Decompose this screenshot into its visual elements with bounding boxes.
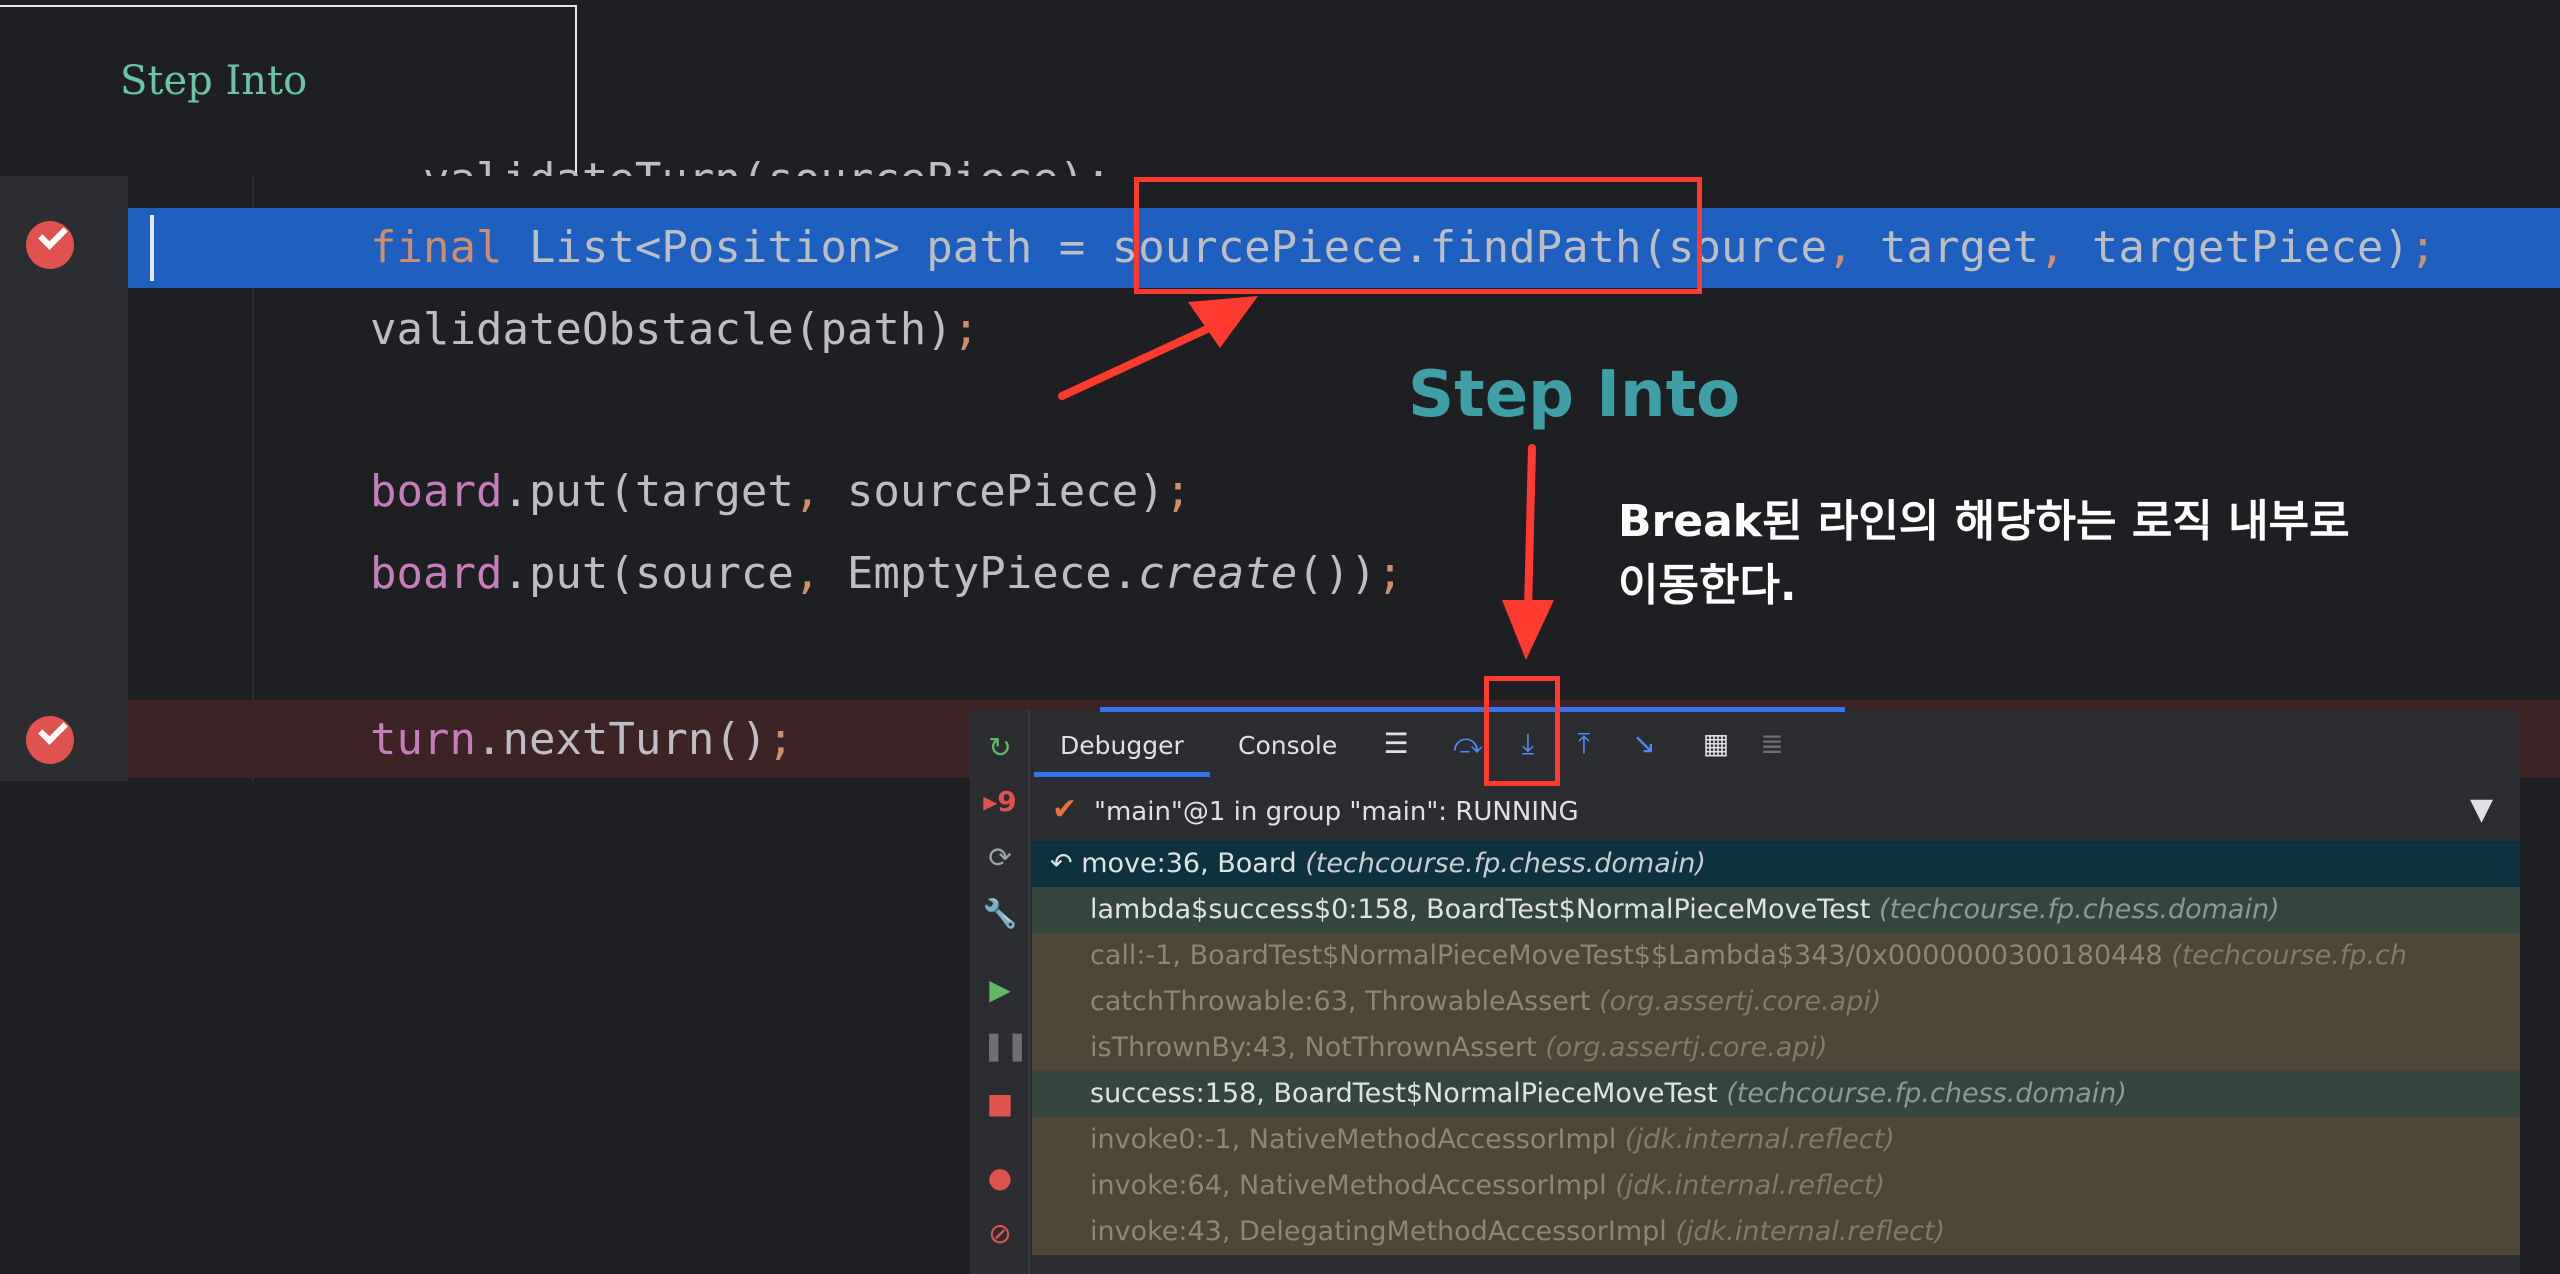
- tab-debugger[interactable]: Debugger: [1060, 726, 1184, 766]
- breakpoint-icon[interactable]: [26, 715, 74, 764]
- explanation-text: Break된 라인의 해당하는 로직 내부로 이동한다.: [1618, 490, 2350, 618]
- stack-frame-row[interactable]: invoke:43, DelegatingMethodAccessorImpl …: [1032, 1209, 2520, 1255]
- filter-icon[interactable]: ▼: [2470, 790, 2493, 830]
- code-line-board-put-target[interactable]: board.put(target, sourcePiece);: [370, 462, 1191, 522]
- stack-frame-row[interactable]: call:-1, BoardTest$NormalPieceMoveTest$$…: [1032, 933, 2520, 979]
- wrench-icon[interactable]: 🔧: [982, 896, 1018, 932]
- code-line-validate-obstacle[interactable]: validateObstacle(path);: [370, 300, 979, 360]
- explanation-line-1: Break된 라인의 해당하는 로직 내부로: [1618, 496, 2350, 547]
- frame-method: invoke:43, DelegatingMethodAccessorImpl: [1090, 1216, 1667, 1247]
- stack-frame-row[interactable]: success:158, BoardTest$NormalPieceMoveTe…: [1032, 1071, 2520, 1117]
- rerun-icon[interactable]: ↻: [982, 730, 1018, 766]
- explanation-line-2: 이동한다.: [1618, 560, 1797, 611]
- slide-title: Step Into: [120, 58, 308, 104]
- highlight-box-findpath: [1134, 177, 1702, 294]
- evaluate-icon[interactable]: ▦: [1696, 724, 1736, 764]
- code-line-board-put-source[interactable]: board.put(source, EmptyPiece.create());: [370, 544, 1403, 604]
- breakpoint-icon[interactable]: [26, 220, 74, 269]
- view-breakpoints-icon[interactable]: ●: [982, 1160, 1018, 1196]
- frame-method: lambda$success$0:158, BoardTest$NormalPi…: [1090, 894, 1871, 925]
- editor-gutter[interactable]: [0, 176, 128, 781]
- frame-method: invoke0:-1, NativeMethodAccessorImpl: [1090, 1124, 1617, 1155]
- breakpoint-badge-icon[interactable]: ▸9: [982, 784, 1018, 820]
- check-icon: ✔: [1052, 792, 1078, 827]
- stack-frame-row[interactable]: invoke0:-1, NativeMethodAccessorImpl (jd…: [1032, 1117, 2520, 1163]
- frame-package: (jdk.internal.reflect): [1615, 1170, 1886, 1201]
- frame-package: (techcourse.fp.chess.domain): [1878, 894, 2280, 925]
- frame-package: (techcourse.fp.chess.domain): [1305, 848, 1706, 879]
- stack-frame-row[interactable]: invoke:64, NativeMethodAccessorImpl (jdk…: [1032, 1163, 2520, 1209]
- stack-frame-row[interactable]: ↶ move:36, Board (techcourse.fp.chess.do…: [1032, 841, 2520, 887]
- stop-icon[interactable]: ■: [982, 1086, 1018, 1122]
- mute-breakpoints-icon[interactable]: ⊘: [982, 1216, 1018, 1252]
- frame-method: isThrownBy:43, NotThrownAssert: [1090, 1032, 1537, 1063]
- resume-icon[interactable]: ▶: [982, 972, 1018, 1008]
- trace-icon[interactable]: ≣: [1752, 724, 1792, 764]
- step-into-caption: Step Into: [1408, 358, 1741, 432]
- stack-frame-row[interactable]: lambda$success$0:158, BoardTest$NormalPi…: [1032, 887, 2520, 933]
- frame-package: (techcourse.fp.chess.domain): [1726, 1078, 2127, 1109]
- code-line-next-turn[interactable]: turn.nextTurn();: [370, 710, 794, 770]
- frame-method: invoke:64, NativeMethodAccessorImpl: [1090, 1170, 1607, 1201]
- frame-method: call:-1, BoardTest$NormalPieceMoveTest$$…: [1090, 940, 2163, 971]
- highlight-box-step-into-button: [1484, 676, 1560, 786]
- pause-icon[interactable]: ❚❚: [982, 1028, 1029, 1064]
- stack-frame-row[interactable]: isThrownBy:43, NotThrownAssert (org.asse…: [1032, 1025, 2520, 1071]
- tab-console[interactable]: Console: [1238, 726, 1337, 766]
- thread-status: "main"@1 in group "main": RUNNING: [1094, 797, 1579, 827]
- menu-icon[interactable]: ☰: [1376, 724, 1416, 764]
- frame-package: (jdk.internal.reflect): [1625, 1124, 1895, 1155]
- frame-method: catchThrowable:63, ThrowableAssert: [1090, 986, 1591, 1017]
- run-to-cursor-icon[interactable]: ↘: [1624, 724, 1664, 764]
- frame-package: (techcourse.fp.ch: [2171, 940, 2407, 971]
- text-caret: [150, 215, 154, 281]
- frame-package: (jdk.internal.reflect): [1675, 1216, 1946, 1247]
- step-out-icon[interactable]: ⤒: [1564, 724, 1604, 764]
- stack-frame-row[interactable]: catchThrowable:63, ThrowableAssert (org.…: [1032, 979, 2520, 1025]
- frame-package: (org.assertj.core.api): [1599, 986, 1882, 1017]
- frame-method: success:158, BoardTest$NormalPieceMoveTe…: [1090, 1078, 1718, 1109]
- frame-method: move:36, Board: [1081, 848, 1297, 879]
- frame-package: (org.assertj.core.api): [1545, 1032, 1828, 1063]
- restore-layout-icon[interactable]: ⟳: [982, 840, 1018, 876]
- code-line-partial: validateTurn(sourcePiece);: [370, 132, 1112, 177]
- return-arrow-icon: ↶: [1050, 848, 1082, 879]
- active-tab-indicator: [1034, 772, 1210, 777]
- step-over-icon[interactable]: ⤼: [1448, 724, 1488, 764]
